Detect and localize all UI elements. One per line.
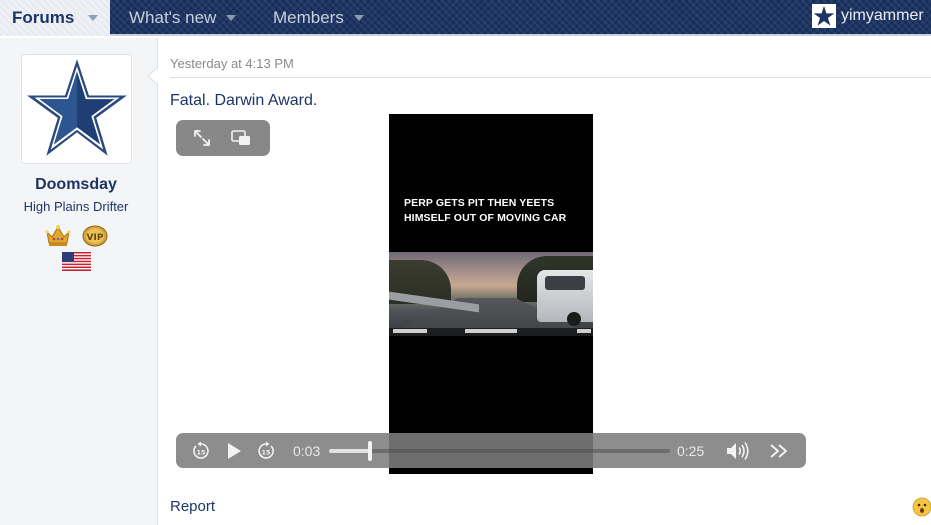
post-divider [170, 77, 931, 78]
nav-members-label: Members [273, 8, 344, 27]
vip-badge-icon: VIP [82, 224, 108, 253]
chevron-down-icon[interactable] [353, 15, 364, 21]
shocked-face-icon[interactable] [912, 497, 931, 522]
top-navigation: Forums What's new Members yimyammer [0, 0, 931, 36]
svg-text:15: 15 [196, 449, 206, 457]
svg-text:15: 15 [261, 449, 271, 457]
username[interactable]: Doomsday [0, 176, 152, 194]
video-caption: PERP GETS PIT THEN YEETS HIMSELF OUT OF … [404, 197, 567, 224]
volume-icon[interactable] [724, 440, 752, 462]
nav-whats-new-label: What's new [129, 8, 217, 27]
crown-icon [45, 224, 71, 253]
star-logo-icon [813, 5, 835, 26]
skip-back-15-icon[interactable]: 15 [189, 440, 213, 462]
video-truck-wheel [567, 312, 581, 326]
star-logo-icon [26, 59, 127, 156]
picture-in-picture-icon[interactable] [228, 127, 254, 149]
post-text: Fatal. Darwin Award. [170, 92, 318, 109]
report-link[interactable]: Report [170, 498, 215, 515]
more-options-icon[interactable] [766, 440, 792, 462]
nav-tab-members[interactable]: Members [273, 0, 364, 36]
video-player[interactable]: PERP GETS PIT THEN YEETS HIMSELF OUT OF … [389, 114, 593, 474]
svg-text:VIP: VIP [87, 233, 104, 243]
account-username[interactable]: yimyammer [841, 7, 924, 25]
video-truck-window [545, 276, 585, 290]
play-icon[interactable] [222, 440, 246, 462]
post-user-column: Doomsday High Plains Drifter VIP [0, 38, 158, 525]
video-frame [389, 252, 593, 336]
expand-icon[interactable] [190, 127, 214, 149]
scrubber-progress [329, 449, 370, 453]
nav-tab-forums[interactable]: Forums [0, 0, 110, 36]
current-time: 0:03 [293, 443, 321, 459]
nav-tab-whats-new[interactable]: What's new [129, 0, 237, 36]
video-top-controls [176, 120, 270, 156]
us-flag-icon [62, 252, 91, 276]
scrubber-handle[interactable] [367, 441, 372, 461]
chevron-down-icon[interactable] [226, 15, 237, 21]
user-title: High Plains Drifter [23, 199, 129, 214]
chevron-down-icon[interactable] [88, 15, 99, 21]
post-date[interactable]: Yesterday at 4:13 PM [170, 56, 294, 71]
skip-forward-15-icon[interactable]: 15 [254, 440, 278, 462]
nav-forums-label: Forums [12, 8, 75, 27]
video-dashcam-overlay [389, 328, 593, 336]
avatar[interactable] [21, 54, 132, 164]
total-time: 0:25 [677, 443, 705, 459]
video-scrubber[interactable] [329, 441, 670, 461]
video-control-bar: 15 15 0:03 0:25 [176, 433, 806, 468]
account-avatar[interactable] [812, 4, 836, 28]
